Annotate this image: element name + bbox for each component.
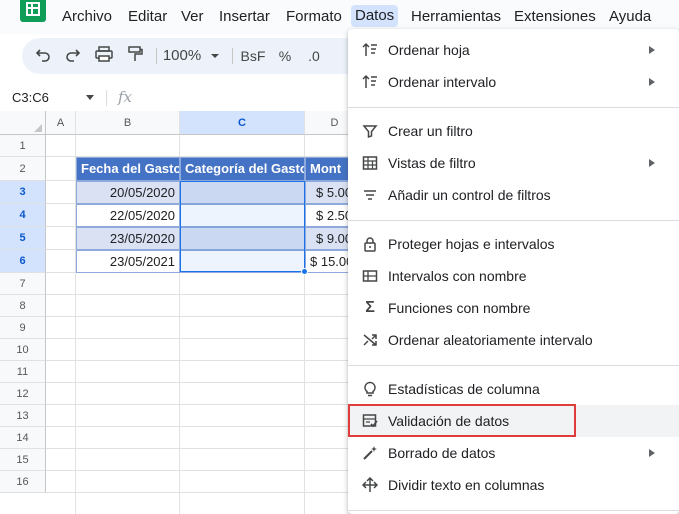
row-header-16[interactable]: 16 [0, 471, 46, 493]
menu-separator [348, 510, 679, 511]
row-header-13[interactable]: 13 [0, 405, 46, 427]
menu-item-label: Vistas de filtro [388, 155, 476, 171]
sigma-icon: Σ [365, 299, 375, 316]
date-cell[interactable]: 23/05/2021 [76, 250, 180, 273]
menu-separator [348, 220, 679, 221]
formula-separator [106, 90, 107, 106]
menu-item-label: Funciones con nombre [388, 300, 531, 316]
currency-format-button[interactable]: BsF [240, 46, 266, 66]
menu-item-label: Proteger hojas e intervalos [388, 236, 555, 252]
chevron-down-icon[interactable] [208, 46, 222, 66]
header-cell-categoria[interactable]: Categoría del Gasto [180, 157, 305, 181]
menu-item-label: Ordenar intervalo [388, 74, 497, 90]
menu-item-label: Intervalos con nombre [388, 268, 527, 284]
percent-format-button[interactable]: % [276, 46, 294, 66]
menu-item-dividir-texto[interactable]: Dividir texto en columnas [348, 469, 679, 501]
menu-item-estadisticas[interactable]: Estadísticas de columna [348, 373, 679, 405]
zoom-select[interactable]: 100% [162, 46, 202, 66]
row-header-7[interactable]: 7 [0, 273, 46, 295]
row-header-3[interactable]: 3 [0, 181, 46, 204]
redo-icon[interactable] [64, 46, 82, 66]
menu-formato[interactable]: Formato [286, 7, 342, 27]
chevron-down-icon[interactable] [86, 95, 94, 100]
date-cell[interactable]: 23/05/2020 [76, 227, 180, 250]
row-header-10[interactable]: 10 [0, 339, 46, 361]
filter-views-icon [362, 155, 378, 171]
menu-item-control-filtros[interactable]: Añadir un control de filtros [348, 179, 679, 211]
submenu-arrow-icon [649, 159, 655, 167]
row-header-4[interactable]: 4 [0, 204, 46, 227]
lock-icon [362, 236, 378, 252]
menu-item-ordenar-aleatorio[interactable]: Ordenar aleatoriamente intervalo [348, 324, 679, 356]
sort-icon [362, 42, 378, 58]
column-header-c[interactable]: C [180, 111, 305, 135]
menu-extensiones[interactable]: Extensiones [514, 7, 596, 27]
header-cell-fecha[interactable]: Fecha del Gasto [76, 157, 180, 181]
menu-editar[interactable]: Editar [128, 7, 167, 27]
toolbar-separator [232, 48, 233, 64]
submenu-arrow-icon [649, 449, 655, 457]
row-header-11[interactable]: 11 [0, 361, 46, 383]
menu-item-label: Añadir un control de filtros [388, 187, 551, 203]
menu-item-ordenar-hoja[interactable]: Ordenar hoja [348, 34, 679, 66]
magic-wand-icon [362, 445, 378, 461]
menu-separator [348, 107, 679, 108]
row-header-6[interactable]: 6 [0, 250, 46, 273]
row-header-2[interactable]: 2 [0, 157, 46, 181]
menu-archivo[interactable]: Archivo [62, 7, 112, 27]
row-header-8[interactable]: 8 [0, 295, 46, 317]
row-header-5[interactable]: 5 [0, 227, 46, 250]
column-header-b[interactable]: B [76, 111, 180, 135]
row-header-14[interactable]: 14 [0, 427, 46, 449]
menu-item-ordenar-intervalo[interactable]: Ordenar intervalo [348, 66, 679, 98]
menu-item-label: Dividir texto en columnas [388, 477, 545, 493]
fill-handle[interactable] [301, 268, 308, 275]
menu-item-label: Crear un filtro [388, 123, 473, 139]
date-cell[interactable]: 22/05/2020 [76, 204, 180, 227]
menu-item-intervalos-nombre[interactable]: Intervalos con nombre [348, 260, 679, 292]
highlight-annotation-box [348, 404, 576, 437]
menu-separator [348, 365, 679, 366]
menu-ayuda[interactable]: Ayuda [609, 7, 651, 27]
row-header-9[interactable]: 9 [0, 317, 46, 339]
selection-range [180, 181, 305, 272]
menu-item-proteger[interactable]: Proteger hojas e intervalos [348, 228, 679, 260]
row-header-1[interactable]: 1 [0, 135, 46, 157]
menu-item-crear-filtro[interactable]: Crear un filtro [348, 115, 679, 147]
row-header-15[interactable]: 15 [0, 449, 46, 471]
submenu-arrow-icon [649, 46, 655, 54]
menu-insertar[interactable]: Insertar [219, 7, 270, 27]
menu-datos[interactable]: Datos [351, 5, 399, 27]
select-all-corner[interactable] [0, 111, 46, 135]
sheets-logo-icon[interactable] [20, 0, 46, 22]
paint-format-icon[interactable] [126, 46, 144, 66]
menu-ver[interactable]: Ver [181, 7, 204, 27]
menu-item-label: Estadísticas de columna [388, 381, 540, 397]
filter-icon [362, 123, 378, 139]
datos-menu: Ordenar hoja Ordenar intervalo Crear un … [348, 29, 679, 514]
name-box[interactable]: C3:C6 [12, 89, 49, 107]
fx-icon: fx [118, 88, 133, 106]
toolbar-separator [156, 48, 157, 64]
menu-item-label: Ordenar hoja [388, 42, 470, 58]
shuffle-icon [362, 332, 378, 348]
undo-icon[interactable] [34, 46, 52, 66]
lightbulb-icon [362, 381, 378, 397]
menu-item-funciones-nombre[interactable]: Σ Funciones con nombre [348, 292, 679, 324]
column-header-a[interactable]: A [46, 111, 76, 135]
menu-herramientas[interactable]: Herramientas [411, 7, 501, 27]
named-range-icon [362, 268, 378, 284]
date-cell[interactable]: 20/05/2020 [76, 181, 180, 204]
menu-item-label: Ordenar aleatoriamente intervalo [388, 332, 593, 348]
row-header-12[interactable]: 12 [0, 383, 46, 405]
decrease-decimal-button[interactable]: .0 [304, 46, 324, 66]
submenu-arrow-icon [649, 78, 655, 86]
slicer-icon [362, 187, 378, 203]
menu-item-label: Borrado de datos [388, 445, 496, 461]
menu-item-vistas-filtro[interactable]: Vistas de filtro [348, 147, 679, 179]
split-icon [361, 476, 379, 493]
print-icon[interactable] [94, 46, 114, 66]
sort-icon [362, 74, 378, 90]
menu-item-borrado-datos[interactable]: Borrado de datos [348, 437, 679, 469]
